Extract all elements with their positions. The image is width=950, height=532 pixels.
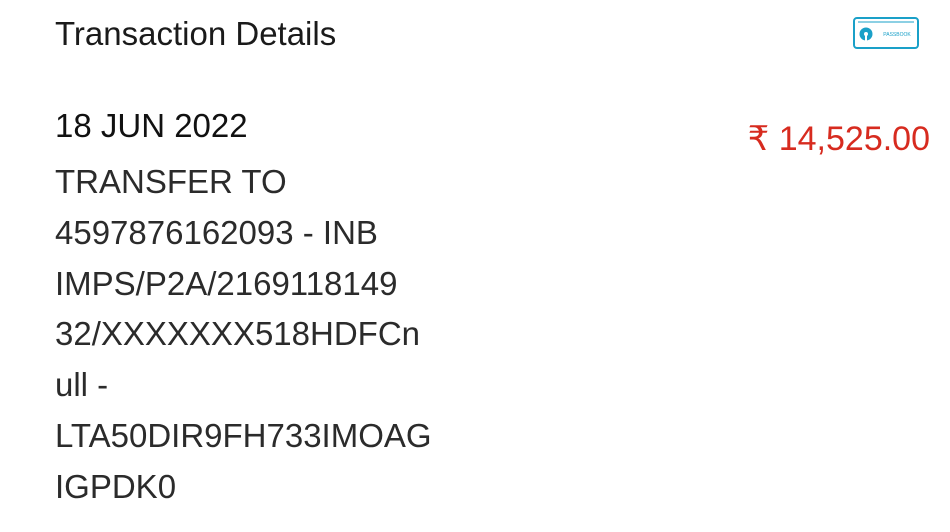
description-line: LTA50DIR9FH733IMOAG (55, 416, 432, 454)
description-line: IGPDK0 (55, 467, 177, 505)
transaction-date: 18 JUN 2022 (55, 107, 248, 144)
page-title: Transaction Details (55, 15, 337, 52)
description-line: IMPS/P2A/2169118149 (55, 264, 398, 302)
passbook-icon-graphic: PASSBOOK (853, 17, 919, 49)
transaction-amount: ₹ 14,525.00 (747, 120, 930, 158)
passbook-label: PASSBOOK (883, 32, 911, 38)
transaction-description: TRANSFER TO 4597876162093 - INB IMPS/P2A… (55, 157, 432, 513)
description-line: ull - (55, 366, 109, 404)
description-line: TRANSFER TO (55, 163, 287, 200)
description-line: 32/XXXXXXX518HDFCn (55, 315, 421, 353)
description-line: 4597876162093 - INB (55, 213, 378, 251)
passbook-icon[interactable]: PASSBOOK (853, 17, 919, 49)
